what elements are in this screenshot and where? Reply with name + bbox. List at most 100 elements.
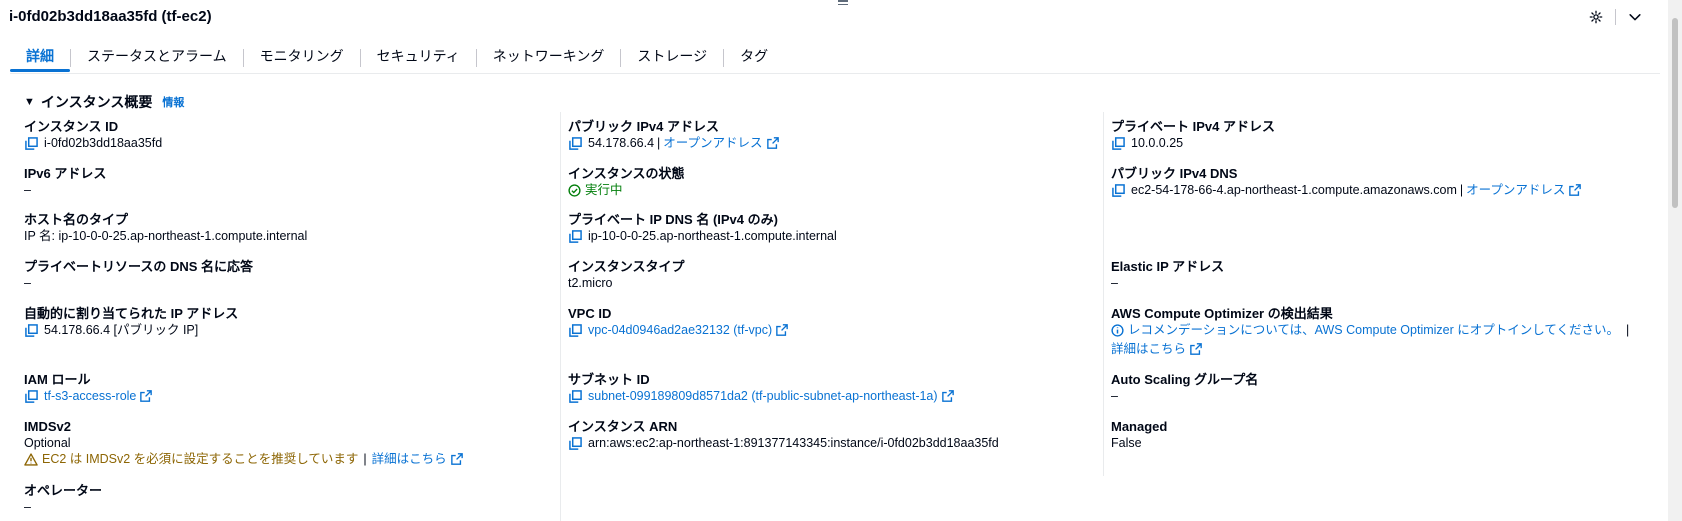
field-label: プライベート IPv4 アドレス bbox=[1111, 119, 1275, 134]
open-address-link[interactable]: オープンアドレス bbox=[663, 135, 762, 151]
settings-icon[interactable] bbox=[1587, 8, 1605, 26]
field-asg-name: Auto Scaling グループ名 – bbox=[1111, 371, 1258, 404]
optimizer-opt-in-link[interactable]: レコメンデーションについては、AWS Compute Optimizer にオプ… bbox=[1128, 322, 1619, 338]
external-link-icon[interactable] bbox=[776, 324, 788, 336]
instance-type-value: t2.micro bbox=[568, 276, 613, 290]
external-link-icon[interactable] bbox=[941, 390, 954, 402]
drag-handle-icon[interactable] bbox=[838, 0, 848, 6]
external-link-icon[interactable] bbox=[1569, 184, 1582, 196]
panel-title: i-0fd02b3dd18aa35fd (tf-ec2) bbox=[9, 8, 212, 25]
tab-details[interactable]: 詳細 bbox=[10, 44, 70, 72]
field-managed: Managed False bbox=[1111, 418, 1167, 451]
field-compute-optimizer: AWS Compute Optimizer の検出結果 レコメンデーションについ… bbox=[1111, 305, 1636, 357]
copy-icon[interactable] bbox=[1112, 136, 1125, 150]
auto-ip-value: 54.178.66.4 [パブリック IP] bbox=[44, 323, 199, 337]
field-label: インスタンス ARN bbox=[568, 419, 678, 434]
private-ip-dns-value: ip-10-0-0-25.ap-northeast-1.compute.inte… bbox=[588, 229, 837, 243]
field-label: インスタンスの状態 bbox=[568, 166, 685, 181]
imdsv2-warning: EC2 は IMDSv2 を必須に設定することを推奨しています bbox=[42, 452, 359, 466]
field-public-dns: パブリック IPv4 DNS ec2-54-178-66-4.ap-northe… bbox=[1111, 165, 1582, 198]
field-label: パブリック IPv4 DNS bbox=[1111, 166, 1238, 181]
field-instance-id: インスタンス ID i-0fd02b3dd18aa35fd bbox=[24, 118, 162, 151]
operator-value: – bbox=[24, 500, 31, 514]
field-label: Managed bbox=[1111, 419, 1168, 434]
copy-icon[interactable] bbox=[25, 323, 38, 337]
field-label: Elastic IP アドレス bbox=[1111, 259, 1225, 274]
field-public-ipv4: パブリック IPv4 アドレス 54.178.66.4 | オープンアドレス bbox=[568, 118, 779, 151]
external-link-icon[interactable] bbox=[1190, 343, 1202, 355]
field-label: プライベートリソースの DNS 名に応答 bbox=[24, 259, 254, 274]
copy-icon[interactable] bbox=[569, 136, 582, 150]
field-label: プライベート IP DNS 名 (IPv4 のみ) bbox=[568, 212, 778, 227]
section-header: ▼ インスタンス概要 情報 bbox=[24, 92, 184, 112]
field-instance-type: インスタンスタイプ t2.micro bbox=[568, 258, 684, 291]
field-imdsv2: IMDSv2 Optional EC2 は IMDSv2 を必須に設定することを… bbox=[24, 418, 463, 467]
scrollbar-thumb[interactable] bbox=[1672, 18, 1678, 208]
tab-monitoring[interactable]: モニタリング bbox=[244, 44, 360, 72]
private-dns-answer-value: – bbox=[24, 276, 31, 290]
caret-down-icon[interactable]: ▼ bbox=[24, 96, 35, 108]
section-title[interactable]: インスタンス概要 bbox=[41, 92, 152, 112]
separator: | bbox=[1626, 323, 1630, 337]
field-label: ホスト名のタイプ bbox=[24, 212, 129, 227]
instance-id-value: i-0fd02b3dd18aa35fd bbox=[44, 136, 163, 150]
subnet-id-link[interactable]: subnet-099189809d8571da2 (tf-public-subn… bbox=[588, 388, 938, 404]
field-ipv6: IPv6 アドレス – bbox=[24, 165, 106, 198]
chevron-down-icon[interactable] bbox=[1626, 8, 1644, 26]
iam-role-link[interactable]: tf-s3-access-role bbox=[44, 388, 136, 404]
field-vpc-id: VPC ID vpc-04d0946ad2ae32132 (tf-vpc) bbox=[568, 305, 788, 338]
field-elastic-ip: Elastic IP アドレス – bbox=[1111, 258, 1224, 291]
external-link-icon[interactable] bbox=[450, 453, 463, 465]
copy-icon[interactable] bbox=[25, 389, 38, 403]
tab-status-alarms[interactable]: ステータスとアラーム bbox=[71, 44, 243, 72]
separator: | bbox=[1459, 183, 1464, 197]
copy-icon[interactable] bbox=[569, 436, 582, 450]
field-label: インスタンスタイプ bbox=[568, 259, 685, 274]
info-link[interactable]: 情報 bbox=[162, 94, 184, 110]
scrollbar[interactable] bbox=[1668, 0, 1682, 521]
public-ipv4-value: 54.178.66.4 bbox=[588, 136, 655, 150]
field-private-dns-answer: プライベートリソースの DNS 名に応答 – bbox=[24, 258, 253, 291]
field-label: オペレーター bbox=[24, 483, 103, 498]
field-label: サブネット ID bbox=[568, 372, 650, 387]
field-operator: オペレーター – bbox=[24, 482, 102, 515]
instance-state-value: 実行中 bbox=[585, 183, 623, 197]
info-icon bbox=[1111, 323, 1124, 337]
field-private-ip-dns: プライベート IP DNS 名 (IPv4 のみ) ip-10-0-0-25.a… bbox=[568, 211, 837, 244]
field-subnet-id: サブネット ID subnet-099189809d8571da2 (tf-pu… bbox=[568, 371, 954, 404]
copy-icon[interactable] bbox=[25, 136, 38, 150]
tab-security[interactable]: セキュリティ bbox=[361, 44, 476, 72]
public-dns-value: ec2-54-178-66-4.ap-northeast-1.compute.a… bbox=[1131, 183, 1457, 197]
field-label: IPv6 アドレス bbox=[24, 166, 107, 181]
imdsv2-learn-more-link[interactable]: 詳細はこちら bbox=[372, 451, 447, 467]
warning-icon bbox=[24, 452, 38, 466]
imdsv2-value: Optional bbox=[24, 436, 71, 450]
asg-name-value: – bbox=[1111, 389, 1118, 403]
tab-list: 詳細 ステータスとアラーム モニタリング セキュリティ ネットワーキング ストレ… bbox=[10, 44, 784, 72]
external-link-icon[interactable] bbox=[140, 390, 153, 402]
field-private-ipv4: プライベート IPv4 アドレス 10.0.0.25 bbox=[1111, 118, 1275, 151]
copy-icon[interactable] bbox=[569, 323, 582, 337]
open-address-link[interactable]: オープンアドレス bbox=[1466, 182, 1565, 198]
optimizer-learn-more-link[interactable]: 詳細はこちら bbox=[1111, 341, 1186, 357]
copy-icon[interactable] bbox=[569, 389, 582, 403]
field-instance-state: インスタンスの状態 実行中 bbox=[568, 165, 684, 198]
tab-storage[interactable]: ストレージ bbox=[621, 44, 723, 72]
field-label: パブリック IPv4 アドレス bbox=[568, 119, 719, 134]
instance-arn-value: arn:aws:ec2:ap-northeast-1:891377143345:… bbox=[588, 436, 999, 450]
field-label: インスタンス ID bbox=[24, 119, 119, 134]
copy-icon[interactable] bbox=[1112, 183, 1125, 197]
copy-icon[interactable] bbox=[569, 229, 582, 243]
field-auto-ip: 自動的に割り当てられた IP アドレス 54.178.66.4 [パブリック I… bbox=[24, 305, 238, 338]
status-ok-icon bbox=[568, 183, 581, 197]
external-link-icon[interactable] bbox=[766, 137, 779, 149]
tab-tags[interactable]: タグ bbox=[724, 44, 784, 72]
managed-value: False bbox=[1111, 436, 1142, 450]
vpc-id-link[interactable]: vpc-04d0946ad2ae32132 (tf-vpc) bbox=[588, 322, 772, 338]
tab-networking[interactable]: ネットワーキング bbox=[477, 44, 621, 72]
private-ipv4-value: 10.0.0.25 bbox=[1131, 136, 1184, 150]
field-label: VPC ID bbox=[568, 306, 612, 321]
field-label: IMDSv2 bbox=[24, 419, 71, 434]
hostname-type-value: IP 名: ip-10-0-0-25.ap-northeast-1.comput… bbox=[24, 229, 308, 243]
elastic-ip-value: – bbox=[1111, 276, 1118, 290]
